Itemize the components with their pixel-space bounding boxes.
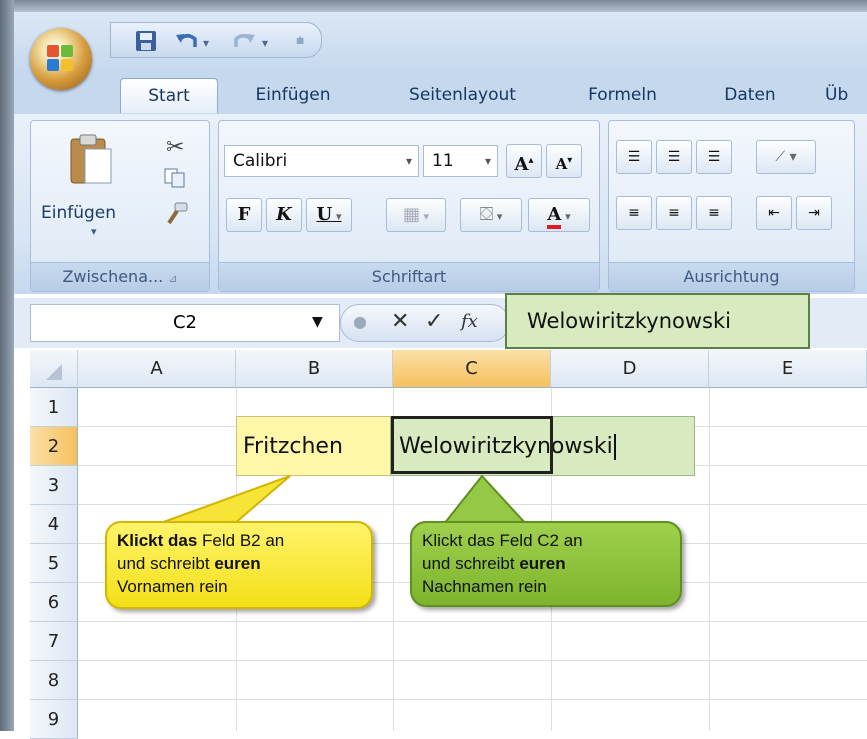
column-header-a[interactable]: A xyxy=(78,350,236,388)
tab-data[interactable]: Daten xyxy=(700,78,800,112)
borders-icon: ▦ xyxy=(402,204,420,225)
column-header-d[interactable]: D xyxy=(551,350,709,388)
row-header-2[interactable]: 2 xyxy=(30,427,78,466)
office-button[interactable] xyxy=(30,28,92,90)
redo-icon[interactable] xyxy=(232,30,256,57)
text-cursor xyxy=(613,434,616,460)
row-header-5[interactable]: 5 xyxy=(30,544,78,583)
save-icon[interactable] xyxy=(135,30,157,57)
group-label-alignment: Ausrichtung xyxy=(609,262,854,291)
fill-color-button[interactable]: ⛋ ▾ xyxy=(460,198,522,232)
circle-icon: ● xyxy=(353,312,367,331)
column-header-c[interactable]: C xyxy=(393,350,551,388)
orientation-icon[interactable]: ⟋ ▾ xyxy=(756,140,816,174)
decrease-indent-icon[interactable]: ⇤ xyxy=(756,196,792,230)
grid-line xyxy=(78,621,867,622)
chevron-down-icon: ▾ xyxy=(332,210,342,223)
cut-icon[interactable]: ✂ xyxy=(166,135,184,160)
align-bottom-icon[interactable]: ☰ xyxy=(696,140,732,174)
font-color-button[interactable]: A ▾ xyxy=(528,198,590,232)
chevron-down-icon: ▾ xyxy=(405,154,412,168)
font-size-select[interactable]: 11 ▾ xyxy=(423,145,498,177)
undo-dropdown-icon[interactable]: ▾ xyxy=(203,36,209,50)
format-painter-icon[interactable] xyxy=(163,201,189,231)
chevron-down-icon: ▾ xyxy=(419,210,430,223)
formula-buttons: ● ✕ ✓ fx xyxy=(340,304,510,342)
grid-line xyxy=(78,660,867,661)
window-frame-top xyxy=(0,0,867,12)
column-header-e[interactable]: E xyxy=(709,350,867,388)
row-header-7[interactable]: 7 xyxy=(30,622,78,661)
copy-icon[interactable] xyxy=(163,167,187,193)
row-header-9[interactable]: 9 xyxy=(30,700,78,739)
italic-button[interactable]: K xyxy=(266,198,302,232)
paste-dropdown-icon[interactable]: ▾ xyxy=(91,225,97,238)
group-label-font: Schriftart xyxy=(219,262,599,291)
insert-function-icon[interactable]: fx xyxy=(461,311,478,332)
window-frame-left xyxy=(0,0,14,731)
redo-dropdown-icon[interactable]: ▾ xyxy=(262,36,268,50)
row-header-4[interactable]: 4 xyxy=(30,505,78,544)
align-top-icon[interactable]: ☰ xyxy=(616,140,652,174)
grid-line xyxy=(78,699,867,700)
font-color-icon: A xyxy=(547,204,562,229)
undo-icon[interactable] xyxy=(175,30,199,57)
align-middle-icon[interactable]: ☰ xyxy=(656,140,692,174)
underline-button[interactable]: U ▾ xyxy=(306,198,352,232)
formula-input[interactable]: Welowiritzkynowski xyxy=(505,293,810,349)
column-header-b[interactable]: B xyxy=(236,350,393,388)
cell-b2[interactable]: Fritzchen xyxy=(236,416,396,476)
shrink-font-button[interactable]: A▾ xyxy=(546,144,582,178)
callout-yellow: Klickt das Feld B2 an und schreibt euren… xyxy=(105,521,373,609)
increase-indent-icon[interactable]: ⇥ xyxy=(796,196,832,230)
borders-button[interactable]: ▦ ▾ xyxy=(386,198,446,232)
tab-review[interactable]: Üb xyxy=(825,78,867,112)
chevron-down-icon: ▾ xyxy=(561,210,571,223)
chevron-down-icon: ▾ xyxy=(484,154,491,168)
fill-bucket-icon: ⛋ xyxy=(479,204,494,225)
confirm-icon[interactable]: ✓ xyxy=(425,309,443,334)
customize-icon[interactable]: ⩧ xyxy=(296,33,304,49)
group-label-clipboard: Zwischena... ⊿ xyxy=(31,262,209,291)
paste-icon[interactable] xyxy=(67,131,115,191)
name-box-dropdown-icon[interactable]: ▼ xyxy=(312,314,323,330)
chevron-down-icon: ▾ xyxy=(493,210,503,223)
row-header-8[interactable]: 8 xyxy=(30,661,78,700)
dialog-launcher-icon[interactable]: ⊿ xyxy=(168,272,177,285)
row-header-1[interactable]: 1 xyxy=(30,388,78,427)
font-name-select[interactable]: Calibri ▾ xyxy=(224,145,419,177)
row-header-6[interactable]: 6 xyxy=(30,583,78,622)
cancel-icon[interactable]: ✕ xyxy=(391,309,409,334)
cell-c2[interactable]: Welowiritzkynowski xyxy=(390,416,695,476)
tab-page-layout[interactable]: Seitenlayout xyxy=(385,78,540,112)
grid-line xyxy=(709,388,710,731)
tab-start[interactable]: Start xyxy=(120,78,218,113)
row-header-3[interactable]: 3 xyxy=(30,466,78,505)
name-box[interactable]: C2 xyxy=(30,304,340,342)
align-right-icon[interactable]: ≡ xyxy=(696,196,732,230)
tab-insert[interactable]: Einfügen xyxy=(228,78,358,112)
align-left-icon[interactable]: ≡ xyxy=(616,196,652,230)
select-all-corner[interactable] xyxy=(30,350,78,388)
tab-formulas[interactable]: Formeln xyxy=(565,78,680,112)
group-clipboard: Einfügen ▾ ✂ Zwischena... ⊿ xyxy=(30,120,210,292)
office-logo-icon xyxy=(47,45,75,73)
grow-font-button[interactable]: A▴ xyxy=(506,144,542,178)
bold-button[interactable]: F xyxy=(226,198,262,232)
paste-label[interactable]: Einfügen xyxy=(41,203,116,223)
align-center-icon[interactable]: ≡ xyxy=(656,196,692,230)
callout-green: Klickt das Feld C2 an und schreibt euren… xyxy=(410,521,682,607)
